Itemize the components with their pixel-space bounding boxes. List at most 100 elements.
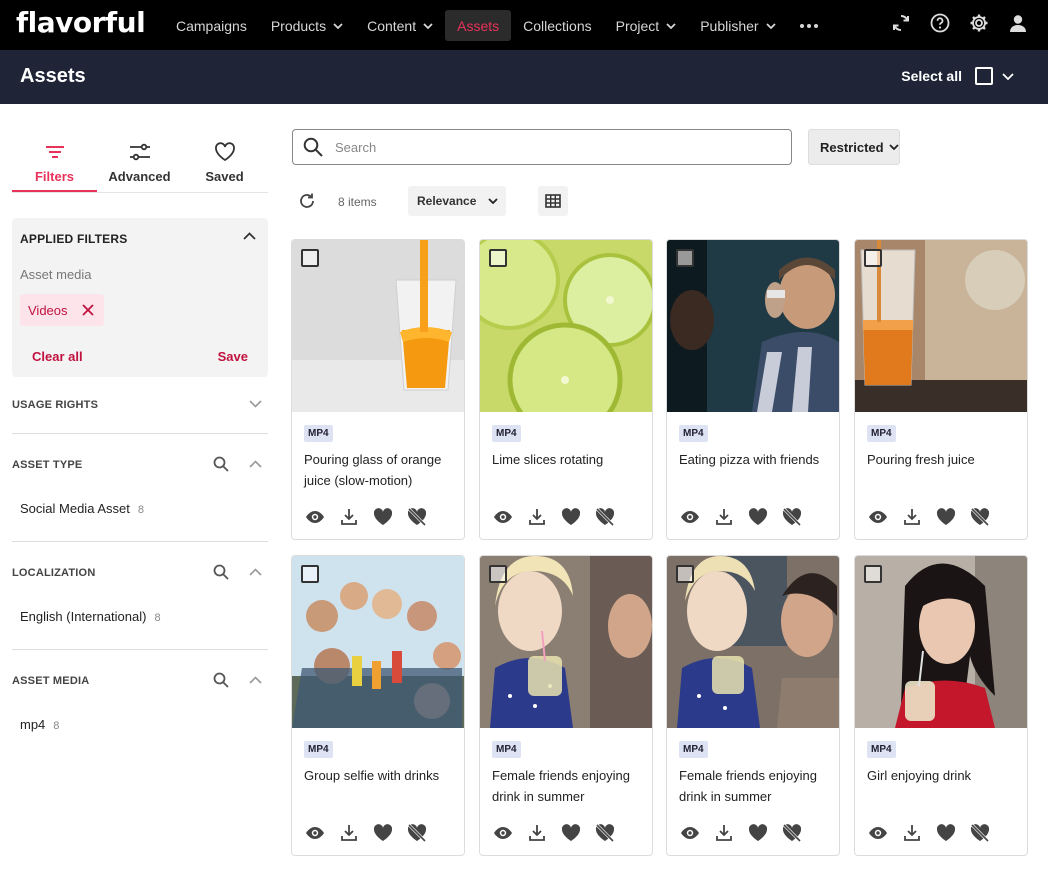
user-icon[interactable] <box>1006 11 1030 35</box>
nav-collections[interactable]: Collections <box>511 10 603 41</box>
heart-off-icon[interactable] <box>970 507 990 527</box>
download-icon[interactable] <box>527 507 547 527</box>
asset-title[interactable]: Group selfie with drinks <box>304 765 456 786</box>
download-icon[interactable] <box>714 507 734 527</box>
heart-icon[interactable] <box>748 507 768 527</box>
download-icon[interactable] <box>339 507 359 527</box>
eye-icon[interactable] <box>680 823 700 843</box>
eye-icon[interactable] <box>680 507 700 527</box>
eye-icon[interactable] <box>493 823 513 843</box>
search-icon[interactable] <box>213 456 229 472</box>
eye-icon[interactable] <box>305 507 325 527</box>
asset-card[interactable]: MP4 Lime slices rotating <box>479 239 653 540</box>
heart-icon[interactable] <box>373 507 393 527</box>
asset-checkbox[interactable] <box>301 565 319 583</box>
download-icon[interactable] <box>339 823 359 843</box>
search-icon[interactable] <box>213 564 229 580</box>
heart-icon[interactable] <box>936 823 956 843</box>
tab-filters[interactable]: Filters <box>12 104 97 192</box>
asset-checkbox[interactable] <box>301 249 319 267</box>
grid-view-icon[interactable] <box>538 186 568 216</box>
heart-off-icon[interactable] <box>407 823 427 843</box>
facet-value[interactable]: mp4 8 <box>20 717 59 732</box>
eye-icon[interactable] <box>868 823 888 843</box>
heart-icon[interactable] <box>373 823 393 843</box>
nav-project[interactable]: Project <box>604 10 689 41</box>
nav-products[interactable]: Products <box>259 10 355 41</box>
asset-title[interactable]: Girl enjoying drink <box>867 765 1019 786</box>
facet-value[interactable]: Social Media Asset 8 <box>20 501 144 516</box>
heart-icon[interactable] <box>561 823 581 843</box>
asset-card[interactable]: MP4 Group selfie with drinks <box>291 555 465 856</box>
download-icon[interactable] <box>902 507 922 527</box>
facet-value[interactable]: English (International) 8 <box>20 609 161 624</box>
chevron-up-icon[interactable] <box>249 676 262 684</box>
asset-title[interactable]: Eating pizza with friends <box>679 449 831 470</box>
asset-checkbox[interactable] <box>676 565 694 583</box>
asset-card[interactable]: MP4 Eating pizza with friends <box>666 239 840 540</box>
asset-title[interactable]: Female friends enjoying drink in summer <box>679 765 831 807</box>
eye-icon[interactable] <box>305 823 325 843</box>
heart-icon[interactable] <box>748 823 768 843</box>
asset-checkbox[interactable] <box>864 249 882 267</box>
nav-publisher[interactable]: Publisher <box>688 10 787 41</box>
heart-off-icon[interactable] <box>782 823 802 843</box>
asset-title[interactable]: Lime slices rotating <box>492 449 644 470</box>
asset-thumbnail[interactable] <box>855 240 1027 412</box>
asset-thumbnail[interactable] <box>667 556 839 728</box>
asset-checkbox[interactable] <box>676 249 694 267</box>
asset-checkbox[interactable] <box>864 565 882 583</box>
nav-assets[interactable]: Assets <box>445 10 512 41</box>
nav-campaigns[interactable]: Campaigns <box>164 10 259 41</box>
chevron-down-icon[interactable] <box>1002 72 1014 80</box>
facet-usage-rights[interactable]: USAGE RIGHTS <box>12 377 268 434</box>
heart-off-icon[interactable] <box>595 507 615 527</box>
sync-icon[interactable] <box>889 11 913 35</box>
heart-icon[interactable] <box>561 507 581 527</box>
restricted-dropdown[interactable]: Restricted <box>808 129 900 165</box>
gear-icon[interactable] <box>967 11 991 35</box>
asset-card[interactable]: MP4 Pouring glass of orange juice (slow-… <box>291 239 465 540</box>
asset-thumbnail[interactable] <box>855 556 1027 728</box>
asset-card[interactable]: MP4 Female friends enjoying drink in sum… <box>479 555 653 856</box>
asset-checkbox[interactable] <box>489 565 507 583</box>
more-horizontal-icon[interactable] <box>788 10 830 41</box>
asset-title[interactable]: Pouring glass of orange juice (slow-moti… <box>304 449 456 491</box>
refresh-icon[interactable] <box>298 192 316 210</box>
heart-off-icon[interactable] <box>595 823 615 843</box>
select-all-checkbox[interactable] <box>975 67 993 85</box>
asset-checkbox[interactable] <box>489 249 507 267</box>
eye-icon[interactable] <box>868 507 888 527</box>
heart-off-icon[interactable] <box>782 507 802 527</box>
search-icon[interactable] <box>213 672 229 688</box>
download-icon[interactable] <box>527 823 547 843</box>
eye-icon[interactable] <box>493 507 513 527</box>
download-icon[interactable] <box>714 823 734 843</box>
asset-title[interactable]: Pouring fresh juice <box>867 449 1019 470</box>
asset-thumbnail[interactable] <box>292 556 464 728</box>
close-icon[interactable] <box>81 304 94 316</box>
heart-off-icon[interactable] <box>970 823 990 843</box>
heart-icon[interactable] <box>936 507 956 527</box>
select-all-control[interactable]: Select all <box>901 67 1014 85</box>
chevron-down-icon[interactable] <box>249 400 262 408</box>
chevron-up-icon[interactable] <box>249 460 262 468</box>
chevron-up-icon[interactable] <box>243 232 256 240</box>
asset-thumbnail[interactable] <box>292 240 464 412</box>
asset-title[interactable]: Female friends enjoying drink in summer <box>492 765 644 807</box>
asset-card[interactable]: MP4 Female friends enjoying drink in sum… <box>666 555 840 856</box>
brand-logo[interactable]: flavorful <box>16 6 146 39</box>
search-input[interactable] <box>335 139 735 155</box>
asset-thumbnail[interactable] <box>480 556 652 728</box>
sort-dropdown[interactable]: Relevance <box>408 186 506 216</box>
tab-saved[interactable]: Saved <box>182 104 267 192</box>
help-icon[interactable] <box>928 11 952 35</box>
asset-thumbnail[interactable] <box>480 240 652 412</box>
save-link[interactable]: Save <box>218 349 248 364</box>
asset-thumbnail[interactable] <box>667 240 839 412</box>
clear-all-link[interactable]: Clear all <box>32 349 83 364</box>
download-icon[interactable] <box>902 823 922 843</box>
asset-card[interactable]: MP4 Girl enjoying drink <box>854 555 1028 856</box>
nav-content[interactable]: Content <box>355 10 445 41</box>
tab-advanced[interactable]: Advanced <box>97 104 182 192</box>
